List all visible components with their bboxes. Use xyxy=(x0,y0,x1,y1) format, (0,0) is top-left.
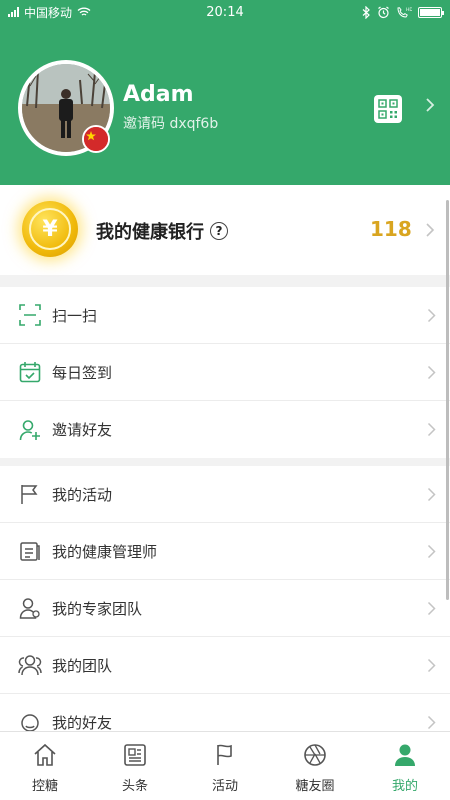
chevron-right-icon xyxy=(427,601,436,616)
person-icon xyxy=(391,741,419,769)
battery-icon xyxy=(418,6,444,18)
tab-headlines[interactable]: 头条 xyxy=(90,732,180,800)
activity-flag-icon xyxy=(211,741,239,769)
menu-label: 我的专家团队 xyxy=(52,599,143,618)
menu-item-invite-friends[interactable]: 邀请好友 xyxy=(0,401,450,458)
qr-code-button[interactable] xyxy=(374,95,402,123)
coin-icon: ¥ xyxy=(22,201,78,257)
china-flag-badge xyxy=(82,125,110,153)
menu-label: 我的活动 xyxy=(52,485,113,504)
tab-control-sugar[interactable]: 控糖 xyxy=(0,732,90,800)
chevron-right-icon xyxy=(427,308,436,323)
menu-label: 我的好友 xyxy=(52,714,113,731)
scrollbar[interactable] xyxy=(446,200,449,600)
qr-code-icon xyxy=(378,99,398,119)
menu-label: 扫一扫 xyxy=(52,306,98,325)
add-user-icon xyxy=(18,418,42,442)
menu-item-daily-checkin[interactable]: 每日签到 xyxy=(0,344,450,401)
home-icon xyxy=(31,741,59,769)
menu-item-my-team[interactable]: 我的团队 xyxy=(0,637,450,694)
chevron-right-icon xyxy=(426,223,435,237)
menu-label: 我的健康管理师 xyxy=(52,542,158,561)
chevron-right-icon xyxy=(427,544,436,559)
friends-icon xyxy=(18,711,42,731)
menu-group-tools: 扫一扫 每日签到 邀请好友 xyxy=(0,287,450,458)
chevron-right-icon xyxy=(427,658,436,673)
health-bank-row[interactable]: ¥ 我的健康银行 ? 118 xyxy=(0,185,450,275)
chevron-right-icon xyxy=(427,487,436,502)
tab-sugar-friends[interactable]: 糖友圈 xyxy=(270,732,360,800)
health-bank-value: 118 xyxy=(370,217,412,241)
status-bar: 中国移动 20:14 HD xyxy=(0,0,450,24)
flag-icon xyxy=(18,482,42,506)
menu-label: 我的团队 xyxy=(52,656,113,675)
tab-label: 我的 xyxy=(391,779,418,794)
document-icon xyxy=(18,539,42,563)
question-circle-icon[interactable]: ? xyxy=(210,222,228,240)
tab-label: 头条 xyxy=(121,779,148,794)
tab-activities[interactable]: 活动 xyxy=(180,732,270,800)
invite-code: 邀请码 dxqf6b xyxy=(123,116,219,132)
menu-item-my-friends[interactable]: 我的好友 xyxy=(0,694,450,731)
menu-group-mine: 我的活动 我的健康管理师 我的专家团队 我的团队 我的好友 xyxy=(0,466,450,731)
tab-label: 控糖 xyxy=(31,779,58,794)
menu-item-scan[interactable]: 扫一扫 xyxy=(0,287,450,344)
profile-header: 中国移动 20:14 HD Adam 邀请码 dxqf6b xyxy=(0,0,450,185)
tab-mine[interactable]: 我的 xyxy=(360,732,450,800)
coin-symbol: ¥ xyxy=(29,208,71,250)
tab-label: 糖友圈 xyxy=(295,779,335,794)
chevron-right-icon[interactable] xyxy=(425,97,435,113)
menu-label: 每日签到 xyxy=(52,363,113,382)
chevron-right-icon xyxy=(427,715,436,730)
bottom-tab-bar: 控糖 头条 活动 糖友圈 我的 xyxy=(0,731,450,800)
user-name: Adam xyxy=(123,82,194,107)
tab-label: 活动 xyxy=(211,779,238,794)
team-icon xyxy=(18,653,42,677)
chevron-right-icon xyxy=(427,365,436,380)
menu-item-my-health-manager[interactable]: 我的健康管理师 xyxy=(0,523,450,580)
aperture-icon xyxy=(301,741,329,769)
expert-team-icon xyxy=(18,596,42,620)
menu-item-my-expert-team[interactable]: 我的专家团队 xyxy=(0,580,450,637)
menu-item-my-activities[interactable]: 我的活动 xyxy=(0,466,450,523)
scan-icon xyxy=(18,303,42,327)
menu-label: 邀请好友 xyxy=(52,421,113,439)
news-icon xyxy=(121,741,149,769)
status-time: 20:14 xyxy=(206,4,244,20)
chevron-right-icon xyxy=(427,422,436,437)
health-bank-title: 我的健康银行 xyxy=(96,222,204,243)
calendar-check-icon xyxy=(18,360,42,384)
